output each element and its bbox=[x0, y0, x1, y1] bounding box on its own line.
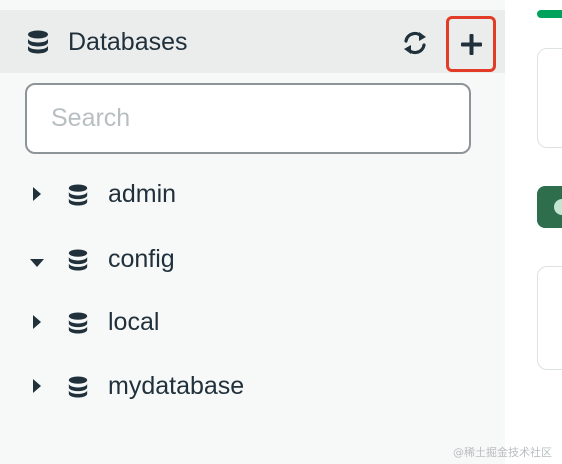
database-icon bbox=[26, 30, 50, 59]
databases-sidebar: Databases admin bbox=[0, 0, 505, 464]
caret-right-icon[interactable] bbox=[32, 187, 42, 206]
content-card bbox=[537, 266, 562, 370]
refresh-icon bbox=[404, 31, 426, 55]
database-row-admin[interactable]: admin bbox=[0, 170, 505, 220]
databases-title: Databases bbox=[68, 28, 188, 56]
action-button[interactable] bbox=[537, 186, 562, 228]
database-icon bbox=[67, 311, 89, 340]
caret-right-icon[interactable] bbox=[32, 379, 42, 398]
add-database-button[interactable] bbox=[446, 16, 496, 72]
main-panel bbox=[505, 0, 562, 464]
caret-right-icon[interactable] bbox=[32, 315, 42, 334]
plus-icon bbox=[461, 34, 482, 55]
database-label: admin bbox=[108, 180, 177, 208]
database-label: config bbox=[108, 245, 175, 273]
database-icon bbox=[67, 183, 89, 212]
database-label: local bbox=[108, 308, 160, 336]
databases-header: Databases bbox=[0, 10, 505, 73]
green-tab-indicator bbox=[537, 10, 562, 18]
database-row-local[interactable]: local bbox=[0, 298, 505, 348]
database-row-mydatabase[interactable]: mydatabase bbox=[0, 362, 505, 412]
watermark: @稀土掘金技术社区 bbox=[453, 446, 552, 459]
database-row-config[interactable]: config bbox=[0, 235, 505, 285]
database-label: mydatabase bbox=[108, 372, 245, 400]
plus-circle-icon bbox=[554, 199, 562, 215]
caret-down-icon[interactable] bbox=[30, 255, 44, 273]
content-card bbox=[537, 48, 562, 148]
search-input[interactable] bbox=[25, 83, 471, 154]
database-icon bbox=[67, 248, 89, 277]
refresh-button[interactable] bbox=[400, 28, 430, 58]
database-icon bbox=[67, 375, 89, 404]
